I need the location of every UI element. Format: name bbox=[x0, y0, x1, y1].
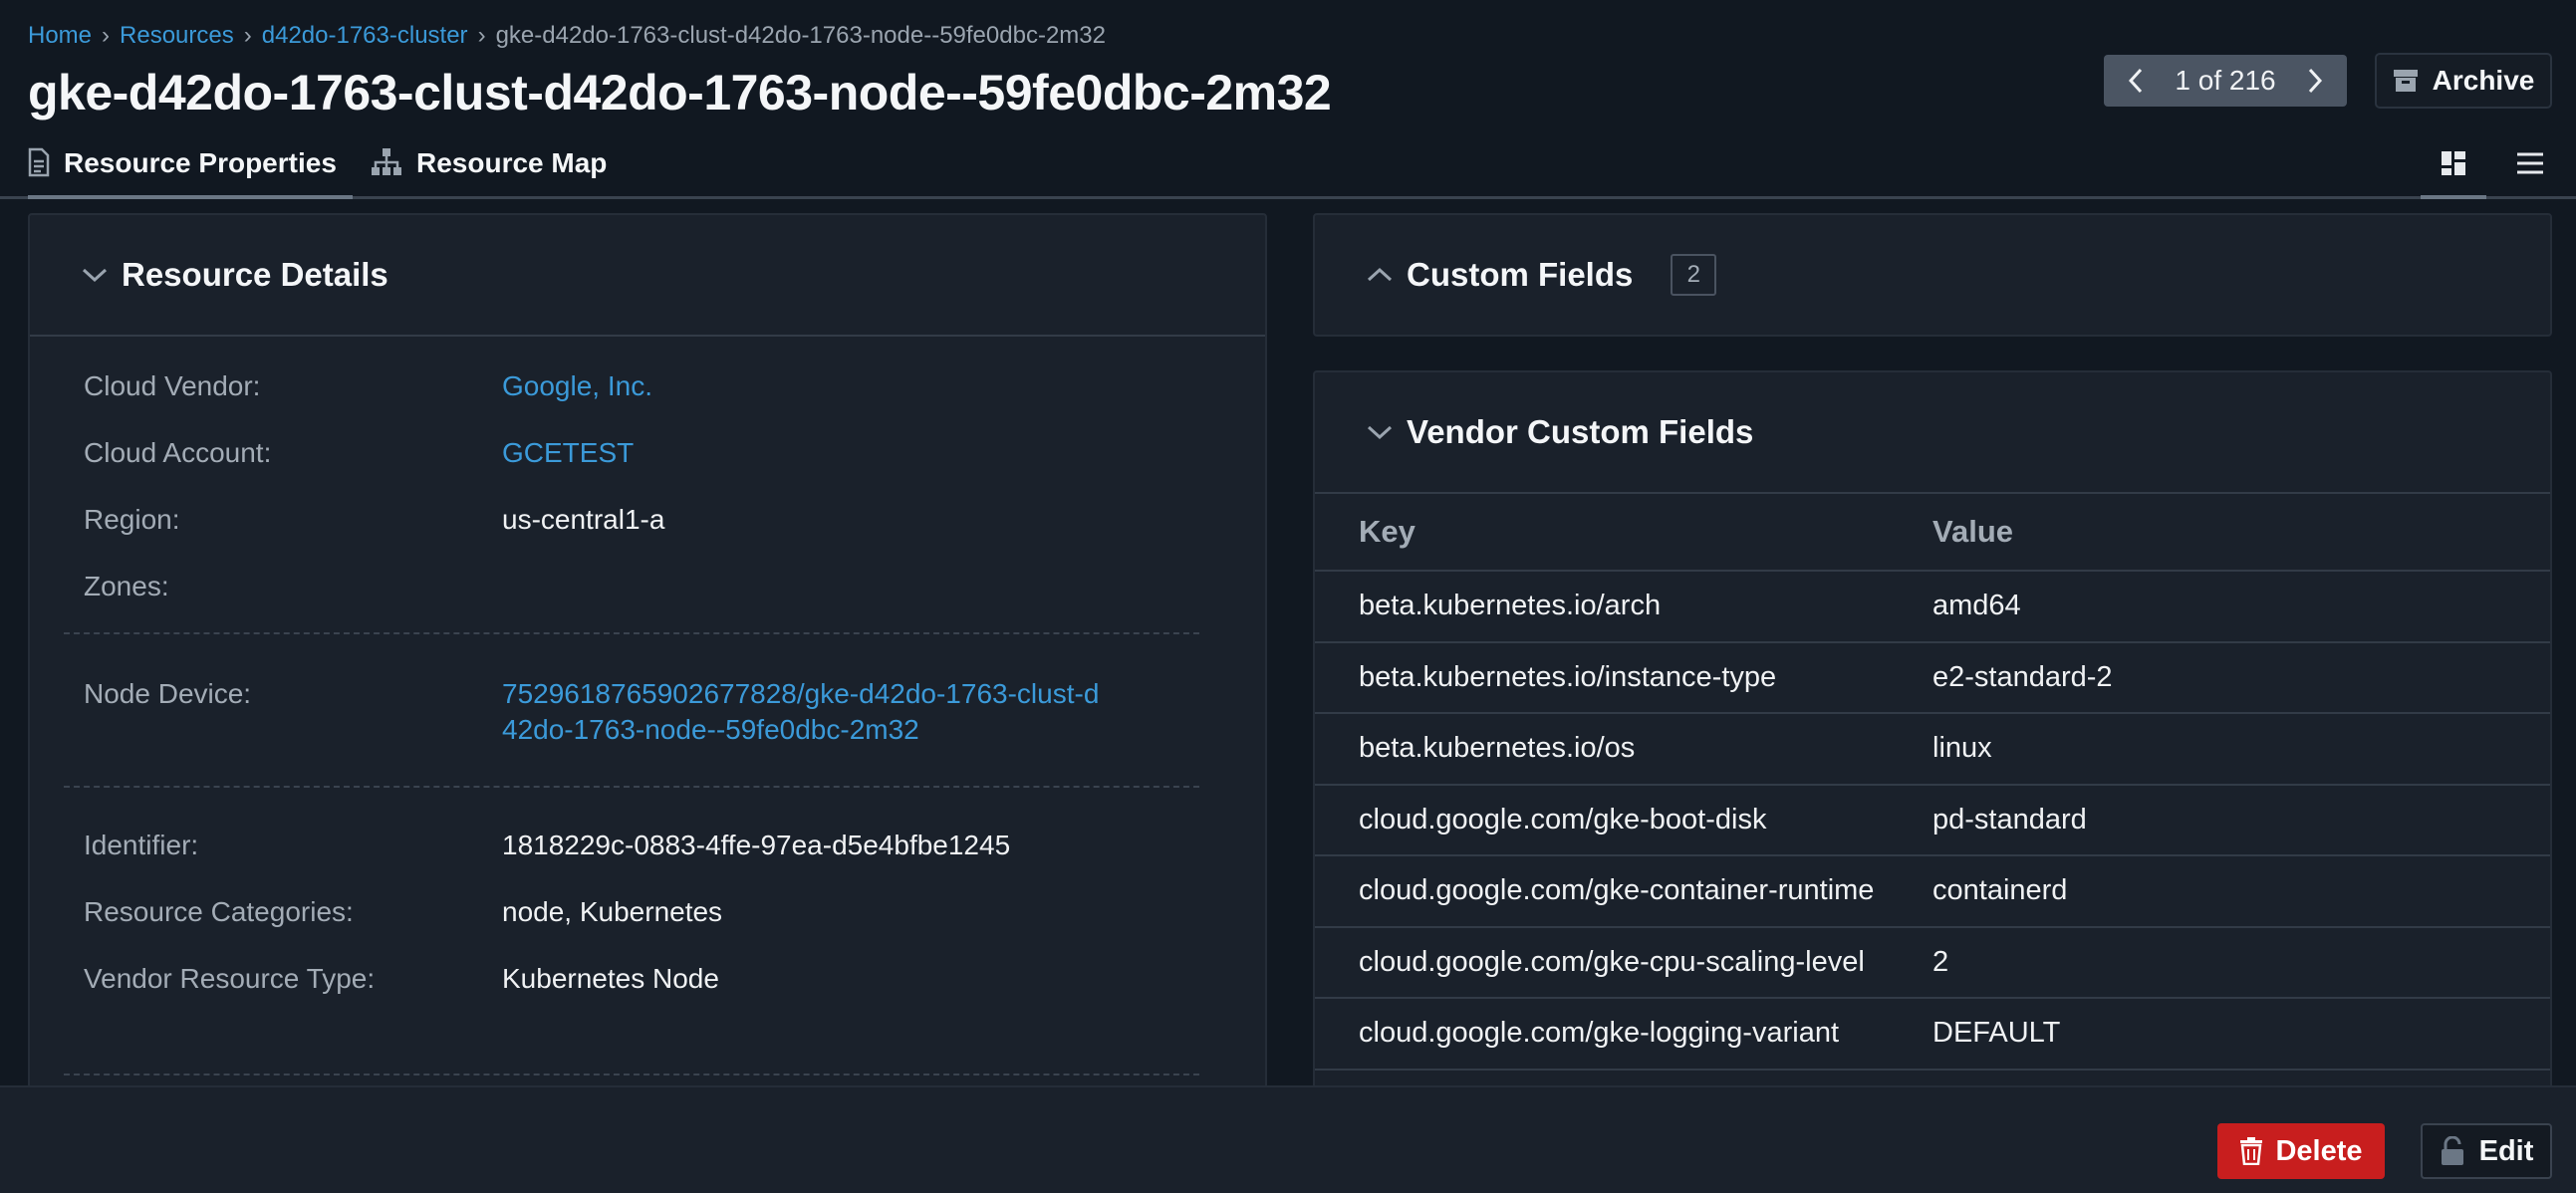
list-view-toggle[interactable] bbox=[2502, 145, 2558, 199]
table-cell-key: cloud.google.com/gke-container-runtime bbox=[1359, 874, 1875, 907]
detail-group-identity: Identifier: 1818229c-0883-4ffe-97ea-d5e4… bbox=[30, 788, 1265, 1028]
detail-label: Node Device: bbox=[84, 678, 252, 709]
resource-details-panel: Resource Details Cloud Vendor: Google, I… bbox=[28, 213, 1267, 1109]
tab-label: Resource Map bbox=[416, 147, 608, 178]
detail-row-vendor-resource-type: Vendor Resource Type: Kubernetes Node bbox=[84, 961, 1265, 1028]
detail-row-node-device: Node Device: 7529618765902677828/gke-d42… bbox=[84, 676, 1265, 748]
panel-title: Custom Fields bbox=[1407, 256, 1634, 293]
breadcrumb-home[interactable]: Home bbox=[28, 22, 92, 50]
breadcrumb-cluster[interactable]: d42do-1763-cluster bbox=[262, 22, 468, 50]
column-header-key[interactable]: Key bbox=[1315, 514, 1932, 550]
table-cell-value: linux bbox=[1932, 732, 1992, 765]
table-cell-key: cloud.google.com/gke-logging-variant bbox=[1359, 1017, 1840, 1050]
edit-button[interactable]: Edit bbox=[2421, 1123, 2552, 1179]
unlock-icon bbox=[2440, 1136, 2465, 1166]
detail-row-cloud-account: Cloud Account: GCETEST bbox=[84, 435, 1265, 502]
detail-row-region: Region: us-central1-a bbox=[84, 502, 1265, 569]
trash-icon bbox=[2239, 1137, 2263, 1165]
vendor-custom-fields-header[interactable]: Vendor Custom Fields bbox=[1315, 372, 2550, 494]
section-divider bbox=[64, 1074, 1199, 1075]
detail-label: Vendor Resource Type: bbox=[84, 963, 376, 994]
chevron-down-icon bbox=[1367, 424, 1393, 440]
detail-value: node, Kubernetes bbox=[502, 896, 723, 927]
delete-button[interactable]: Delete bbox=[2217, 1123, 2385, 1179]
chevron-right-icon[interactable] bbox=[2305, 67, 2325, 95]
detail-label: Cloud Account: bbox=[84, 437, 272, 468]
detail-label: Cloud Vendor: bbox=[84, 370, 261, 401]
cloud-vendor-link[interactable]: Google, Inc. bbox=[502, 368, 1120, 404]
detail-label: Zones: bbox=[84, 571, 169, 601]
table-cell-key: cloud.google.com/gke-boot-disk bbox=[1359, 803, 1767, 835]
document-icon bbox=[28, 147, 50, 177]
table-row: cloud.google.com/gke-logging-variant DEF… bbox=[1315, 999, 2550, 1071]
tab-resource-map[interactable]: Resource Map bbox=[371, 139, 607, 199]
delete-label: Delete bbox=[2275, 1134, 2363, 1167]
edit-label: Edit bbox=[2478, 1134, 2534, 1167]
pager-label: 1 of 216 bbox=[2175, 65, 2276, 96]
table-row: beta.kubernetes.io/instance-type e2-stan… bbox=[1315, 643, 2550, 714]
chevron-left-icon[interactable] bbox=[2126, 67, 2146, 95]
archive-button[interactable]: Archive bbox=[2375, 53, 2552, 109]
grid-view-toggle[interactable] bbox=[2421, 145, 2486, 199]
list-view-icon bbox=[2515, 149, 2545, 177]
breadcrumb-resources[interactable]: Resources bbox=[120, 22, 234, 50]
grid-view-icon bbox=[2440, 149, 2467, 177]
action-footer: Delete Edit bbox=[0, 1085, 2576, 1193]
detail-row-identifier: Identifier: 1818229c-0883-4ffe-97ea-d5e4… bbox=[84, 828, 1265, 894]
tab-label: Resource Properties bbox=[64, 147, 337, 178]
table-row: beta.kubernetes.io/os linux bbox=[1315, 714, 2550, 786]
detail-label: Identifier: bbox=[84, 830, 199, 860]
custom-fields-panel: Custom Fields 2 bbox=[1313, 213, 2552, 337]
panel-title: Resource Details bbox=[122, 256, 388, 293]
table-cell-value: containerd bbox=[1932, 874, 2068, 907]
table-cell-value: DEFAULT bbox=[1932, 1017, 2061, 1050]
breadcrumb-current: gke-d42do-1763-clust-d42do-1763-node--59… bbox=[495, 22, 1106, 49]
detail-group-node: Node Device: 7529618765902677828/gke-d42… bbox=[30, 634, 1265, 786]
archive-label: Archive bbox=[2432, 65, 2535, 96]
table-cell-value: 2 bbox=[1932, 945, 1949, 978]
detail-group-location: Cloud Vendor: Google, Inc. Cloud Account… bbox=[30, 337, 1265, 626]
panel-title: Vendor Custom Fields bbox=[1407, 413, 1754, 450]
node-device-link[interactable]: 7529618765902677828/gke-d42do-1763-clust… bbox=[502, 676, 1100, 748]
detail-value: 1818229c-0883-4ffe-97ea-d5e4bfbe1245 bbox=[502, 830, 1011, 860]
table-header: Key Value bbox=[1315, 494, 2550, 572]
archive-icon bbox=[2393, 68, 2419, 94]
custom-fields-header[interactable]: Custom Fields 2 bbox=[1315, 215, 2550, 335]
breadcrumb: Home › Resources › d42do-1763-cluster › … bbox=[28, 22, 1106, 50]
table-cell-value: amd64 bbox=[1932, 590, 2021, 622]
table-cell-value: pd-standard bbox=[1932, 803, 2087, 835]
table-cell-key: cloud.google.com/gke-cpu-scaling-level bbox=[1359, 945, 1865, 978]
table-cell-value: e2-standard-2 bbox=[1932, 660, 2113, 693]
column-header-value[interactable]: Value bbox=[1932, 514, 2550, 550]
detail-label: Resource Categories: bbox=[84, 896, 354, 927]
tab-bar: Resource Properties Resource Map bbox=[0, 139, 2576, 199]
table-row: cloud.google.com/gke-boot-disk pd-standa… bbox=[1315, 786, 2550, 856]
count-badge: 2 bbox=[1671, 254, 1717, 296]
table-row: cloud.google.com/gke-container-runtime c… bbox=[1315, 856, 2550, 928]
detail-value: Kubernetes Node bbox=[502, 963, 719, 994]
detail-value: us-central1-a bbox=[502, 504, 665, 535]
resource-details-header[interactable]: Resource Details bbox=[30, 215, 1265, 337]
chevron-up-icon bbox=[1367, 267, 1393, 283]
table-cell-key: beta.kubernetes.io/os bbox=[1359, 732, 1636, 765]
record-pager: 1 of 216 bbox=[2104, 55, 2347, 107]
detail-row-resource-categories: Resource Categories: node, Kubernetes bbox=[84, 894, 1265, 961]
breadcrumb-separator: › bbox=[102, 22, 111, 49]
detail-row-cloud-vendor: Cloud Vendor: Google, Inc. bbox=[84, 368, 1265, 435]
vendor-custom-fields-panel: Vendor Custom Fields Key Value beta.kube… bbox=[1313, 370, 2552, 1127]
detail-label: Region: bbox=[84, 504, 180, 535]
detail-row-zones: Zones: bbox=[84, 569, 1265, 626]
table-cell-key: beta.kubernetes.io/arch bbox=[1359, 590, 1662, 622]
chevron-down-icon bbox=[82, 267, 108, 283]
page-title: gke-d42do-1763-clust-d42do-1763-node--59… bbox=[28, 65, 1332, 120]
breadcrumb-separator: › bbox=[477, 22, 486, 49]
tab-resource-properties[interactable]: Resource Properties bbox=[28, 139, 353, 199]
sitemap-icon bbox=[371, 147, 402, 177]
table-cell-key: beta.kubernetes.io/instance-type bbox=[1359, 660, 1777, 693]
cloud-account-link[interactable]: GCETEST bbox=[502, 435, 1120, 471]
table-row: cloud.google.com/gke-cpu-scaling-level 2 bbox=[1315, 928, 2550, 999]
breadcrumb-separator: › bbox=[243, 22, 252, 49]
table-row: beta.kubernetes.io/arch amd64 bbox=[1315, 572, 2550, 643]
